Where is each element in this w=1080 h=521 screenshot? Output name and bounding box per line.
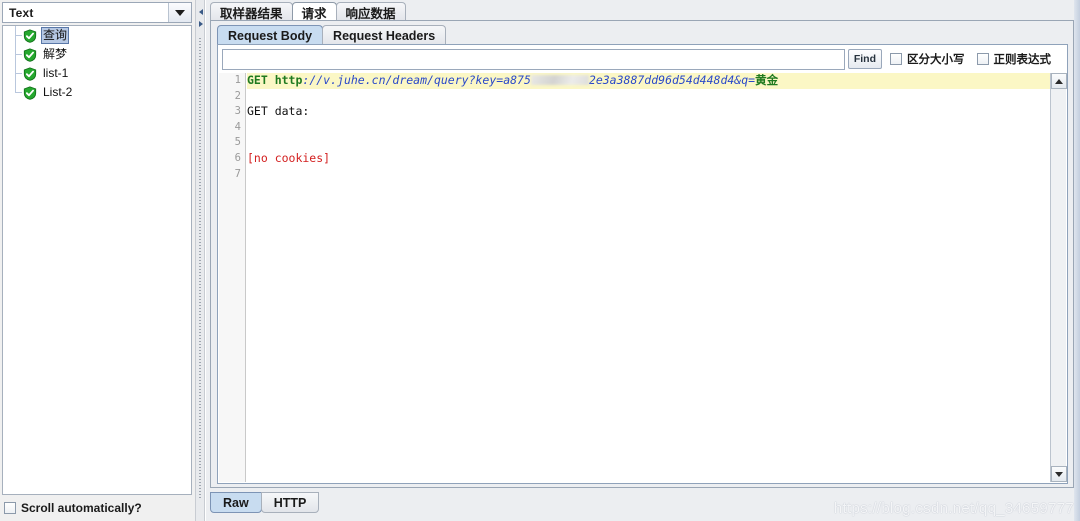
case-sensitive-checkbox[interactable]: 区分大小写 xyxy=(890,51,965,67)
regex-label: 正则表达式 xyxy=(993,54,1052,66)
green-shield-check-icon xyxy=(23,85,37,100)
green-shield-check-icon xyxy=(23,66,37,81)
tab-raw[interactable]: Raw xyxy=(210,492,262,513)
line-number: 2 xyxy=(234,89,241,102)
find-toolbar: Find 区分大小写 正则表达式 xyxy=(218,45,1067,73)
code-token: 2e3a3887dd96d54d448d4&q= xyxy=(588,73,756,87)
request-subtabs[interactable]: Request Body Request Headers xyxy=(217,24,447,45)
tab-request[interactable]: 请求 xyxy=(291,2,337,21)
triangle-down-icon[interactable] xyxy=(1051,466,1067,482)
triangle-left-icon[interactable] xyxy=(197,8,204,15)
sampler-tabs[interactable]: 取样器结果 请求 响应数据 xyxy=(210,1,406,21)
redacted-api-key xyxy=(530,75,589,85)
tab-sampler-result[interactable]: 取样器结果 xyxy=(210,2,293,21)
triangle-up-icon[interactable] xyxy=(1051,73,1067,89)
tree-item-3[interactable]: List-2 xyxy=(3,80,191,102)
left-panel: Text 查询 解梦 list-1 List-2 Scroll automati… xyxy=(0,0,195,521)
code-line-3: GET data: xyxy=(247,104,1051,120)
code-token: a875 xyxy=(503,73,531,87)
view-format-tabs[interactable]: Raw HTTP xyxy=(210,492,320,514)
tab-http[interactable]: HTTP xyxy=(260,492,320,513)
checkbox-box[interactable] xyxy=(976,53,989,65)
line-number-gutter: 1 2 3 4 5 6 7 xyxy=(219,73,246,482)
right-panel: 取样器结果 请求 响应数据 Request Body Request Heade… xyxy=(206,0,1080,521)
checkbox-box[interactable] xyxy=(890,53,902,65)
tab-request-body[interactable]: Request Body xyxy=(217,25,324,45)
outer-right-scroll-strip[interactable] xyxy=(1074,0,1080,521)
line-number: 4 xyxy=(234,120,241,133)
tree-item-0[interactable]: 查询 xyxy=(3,26,191,45)
checkbox-box[interactable] xyxy=(4,502,16,514)
chevron-down-icon[interactable] xyxy=(168,3,191,22)
divider-grip[interactable] xyxy=(199,38,201,498)
tree-item-label: list-1 xyxy=(43,66,69,80)
find-input[interactable] xyxy=(222,48,845,70)
tree-item-label: List-2 xyxy=(43,85,73,99)
tab-request-headers[interactable]: Request Headers xyxy=(322,25,447,45)
tab-response-data[interactable]: 响应数据 xyxy=(335,2,406,21)
tree-item-2[interactable]: list-1 xyxy=(3,61,191,83)
code-token: GET data: xyxy=(247,104,310,119)
tree-item-1[interactable]: 解梦 xyxy=(3,42,191,64)
line-number: 1 xyxy=(234,74,241,86)
code-token: [no cookies] xyxy=(247,150,331,165)
line-number: 7 xyxy=(234,167,241,180)
tree-item-label: 解梦 xyxy=(43,47,68,61)
regex-checkbox[interactable]: 正则表达式 xyxy=(976,51,1052,67)
request-tab-panel: Request Body Request Headers Find 区分大小写 … xyxy=(210,20,1074,488)
scroll-automatically-checkbox[interactable]: Scroll automatically? xyxy=(4,499,142,517)
code-token: 黄金 xyxy=(755,75,779,87)
code-token: http xyxy=(274,73,303,87)
triangle-right-icon[interactable] xyxy=(197,20,204,27)
code-line-1: GET http://v.juhe.cn/dream/query?key=a87… xyxy=(247,73,1051,89)
split-pane-divider[interactable] xyxy=(195,0,205,521)
code-lines: GET http://v.juhe.cn/dream/query?key=a87… xyxy=(247,73,1051,182)
case-sensitive-label: 区分大小写 xyxy=(907,54,965,66)
request-body-text[interactable]: 1 2 3 4 5 6 7 GET http://v.juhe.cn/dream… xyxy=(219,73,1051,482)
green-shield-check-icon xyxy=(23,47,37,62)
render-type-value: Text xyxy=(9,5,34,20)
line-number: 6 xyxy=(234,151,241,164)
line-number: 3 xyxy=(234,105,241,118)
code-token: GET xyxy=(247,73,275,87)
code-token: ://v.juhe.cn/dream/query?key= xyxy=(302,73,504,87)
find-button[interactable]: Find xyxy=(847,49,882,69)
request-body-panel: Find 区分大小写 正则表达式 1 2 3 4 5 6 7 GET http:… xyxy=(217,44,1068,484)
render-type-combobox[interactable]: Text xyxy=(2,2,192,23)
tree-item-label: 查询 xyxy=(41,27,70,44)
scroll-automatically-label: Scroll automatically? xyxy=(21,501,142,515)
code-vertical-scrollbar[interactable] xyxy=(1050,73,1067,482)
code-line-6: [no cookies] xyxy=(247,151,1051,167)
green-shield-check-icon xyxy=(23,28,37,43)
results-tree[interactable]: 查询 解梦 list-1 List-2 xyxy=(2,25,192,495)
line-number: 5 xyxy=(234,136,241,149)
